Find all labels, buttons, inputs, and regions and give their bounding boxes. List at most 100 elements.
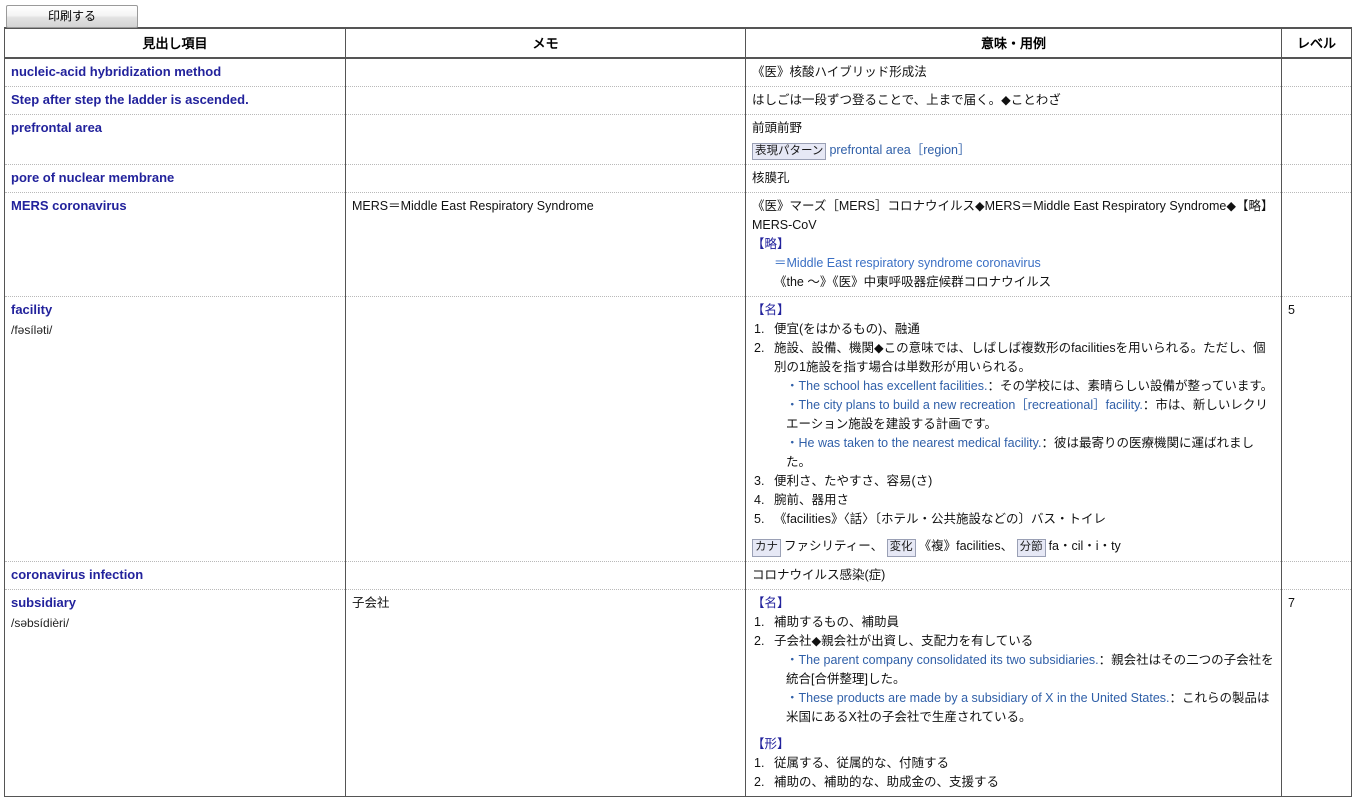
column-header-level[interactable]: レベル	[1281, 28, 1352, 59]
headword-text[interactable]: Step after step the ladder is ascended.	[11, 91, 339, 110]
definition-list: 1. 従属する、従属的な、付随する 2. 補助の、補助的な、助成金の、支援する	[752, 754, 1275, 792]
definition-item: 1. 便宜(をはかるもの)、融通	[752, 320, 1275, 339]
definition-number: 1.	[754, 755, 765, 770]
headword-text[interactable]: coronavirus infection	[11, 566, 339, 585]
cell-memo[interactable]	[345, 58, 746, 87]
cell-headword: prefrontal area	[4, 114, 346, 166]
syllable-value: fa・cil・i・ty	[1048, 539, 1121, 554]
memo-text: 子会社	[352, 595, 390, 610]
definition-number: 2.	[754, 341, 765, 356]
definition-number: 3.	[754, 474, 765, 489]
part-of-speech: 【名】	[752, 303, 790, 318]
cell-memo[interactable]: MERS＝Middle East Respiratory Syndrome	[345, 192, 746, 298]
cell-headword: pore of nuclear membrane	[4, 164, 346, 194]
table-row: nucleic-acid hybridization method 《医》核酸ハ…	[4, 58, 1352, 87]
table-row: subsidiary /səbsídièri/ 子会社 【名】 1. 補助するもの…	[4, 589, 1352, 797]
example-line: ・The school has excellent facilities.：その…	[774, 377, 1275, 396]
meaning-line: 《医》マーズ［MERS］コロナウイルス◆MERS＝Middle East Res…	[752, 199, 1274, 233]
definition-item: 1. 従属する、従属的な、付随する	[752, 754, 1275, 773]
definition-text: 補助するもの、補助員	[774, 614, 900, 629]
example-line: ・The city plans to build a new recreatio…	[774, 396, 1275, 434]
definition-text: 補助の、補助的な、助成金の、支援する	[774, 774, 1000, 789]
cell-memo[interactable]	[345, 296, 746, 562]
cell-memo[interactable]	[345, 86, 746, 115]
cell-memo[interactable]	[345, 114, 746, 166]
cell-level	[1281, 561, 1352, 590]
table-row: prefrontal area 前頭前野 表現パターン prefrontal ar…	[4, 114, 1352, 166]
definition-text: 従属する、従属的な、付随する	[774, 755, 950, 770]
cell-headword: facility /fəsíləti/	[4, 296, 346, 562]
headword-text[interactable]: MERS coronavirus	[11, 197, 339, 216]
cell-headword: coronavirus infection	[4, 561, 346, 590]
cell-memo[interactable]	[345, 164, 746, 194]
definition-number: 5.	[754, 512, 765, 527]
column-header-headword[interactable]: 見出し項目	[4, 28, 346, 59]
definition-text: 便利さ、たやすさ、容易(さ)	[774, 474, 933, 489]
example-line: ・The parent company consolidated its two…	[774, 651, 1275, 689]
table-row: Step after step the ladder is ascended. …	[4, 86, 1352, 115]
table-row: pore of nuclear membrane 核膜孔	[4, 164, 1352, 194]
table-body: nucleic-acid hybridization method 《医》核酸ハ…	[4, 58, 1352, 797]
inflection-tag: 変化	[886, 539, 916, 557]
cell-level	[1281, 192, 1352, 298]
definition-item: 3. 便利さ、たやすさ、容易(さ)	[752, 472, 1275, 491]
example-en: ・The school has excellent facilities.	[786, 379, 988, 394]
expression-pattern-row: 表現パターン prefrontal area［region］	[752, 141, 1275, 161]
headword-text[interactable]: prefrontal area	[11, 119, 339, 138]
abbreviation-label: 【略】	[752, 237, 790, 252]
example-line: ・He was taken to the nearest medical fac…	[774, 434, 1275, 472]
kana-tag: カナ	[752, 539, 781, 557]
print-button[interactable]: 印刷する	[6, 5, 138, 28]
example-ja: ：その学校には、素晴らしい設備が整っています。	[987, 379, 1274, 394]
definition-item: 2. 補助の、補助的な、助成金の、支援する	[752, 773, 1275, 792]
definition-number: 2.	[754, 774, 765, 789]
meaning-line: 《医》核酸ハイブリッド形成法	[752, 65, 927, 79]
definition-item: 1. 補助するもの、補助員	[752, 613, 1275, 632]
definition-item: 2. 施設、設備、機関◆この意味では、しばしば複数形のfacilitiesを用いら…	[752, 339, 1275, 472]
kana-value: ファシリティー、	[784, 539, 884, 554]
cell-meaning: 《医》マーズ［MERS］コロナウイルス◆MERS＝Middle East Res…	[745, 192, 1282, 298]
column-header-meaning[interactable]: 意味・用例	[745, 28, 1282, 59]
headword-text[interactable]: subsidiary	[11, 594, 339, 613]
table-row: facility /fəsíləti/ 【名】 1. 便宜(をはかるもの)、融通 …	[4, 296, 1352, 562]
memo-text: MERS＝Middle East Respiratory Syndrome	[352, 199, 594, 214]
headword-text[interactable]: pore of nuclear membrane	[11, 169, 339, 188]
meaning-line: コロナウイルス感染(症)	[752, 567, 886, 582]
definition-text: 便宜(をはかるもの)、融通	[774, 322, 920, 337]
table-row: coronavirus infection コロナウイルス感染(症)	[4, 561, 1352, 590]
definition-text: 施設、設備、機関◆この意味では、しばしば複数形のfacilitiesを用いられる…	[774, 341, 1266, 375]
headword-text[interactable]: facility	[11, 301, 339, 320]
phonetic-text: /fəsíləti/	[11, 323, 53, 338]
expression-pattern-text: prefrontal area［region］	[829, 143, 971, 157]
definition-text: 《facilities》〈話〉〔ホテル・公共施設などの〕バス・トイレ	[774, 512, 1106, 527]
table-row: MERS coronavirus MERS＝Middle East Respir…	[4, 192, 1352, 298]
cell-headword: MERS coronavirus	[4, 192, 346, 298]
table-header-row: 見出し項目 メモ 意味・用例 レベル	[4, 28, 1352, 59]
cell-level	[1281, 86, 1352, 115]
headword-text[interactable]: nucleic-acid hybridization method	[11, 63, 339, 82]
definition-list: 1. 便宜(をはかるもの)、融通 2. 施設、設備、機関◆この意味では、しばしば複数…	[752, 320, 1275, 529]
abbreviation-block: ＝Middle East respiratory syndrome corona…	[752, 254, 1275, 292]
syllable-tag: 分節	[1016, 539, 1046, 557]
cell-memo[interactable]	[345, 561, 746, 590]
phonetic-text: /səbsídièri/	[11, 615, 70, 630]
cell-meaning: 核膜孔	[745, 164, 1282, 194]
example-en: ・The parent company consolidated its two…	[786, 652, 1099, 667]
definition-item: 4. 腕前、器用さ	[752, 491, 1275, 510]
definition-number: 1.	[754, 322, 765, 337]
dictionary-table: 見出し項目 メモ 意味・用例 レベル nucleic-acid hybridiz…	[4, 27, 1352, 797]
expression-pattern-tag: 表現パターン	[752, 143, 827, 161]
column-header-memo[interactable]: メモ	[345, 28, 746, 59]
abbreviation-link[interactable]: ＝Middle East respiratory syndrome corona…	[774, 254, 1275, 273]
toolbar: 印刷する	[0, 0, 1355, 28]
example-en: ・He was taken to the nearest medical fac…	[786, 436, 1042, 451]
abbreviation-gloss: 《the ～》《医》中東呼吸器症候群コロナウイルス	[774, 275, 1052, 290]
cell-memo[interactable]: 子会社	[345, 589, 746, 797]
definition-text: 腕前、器用さ	[774, 493, 850, 508]
cell-meaning: 【名】 1. 便宜(をはかるもの)、融通 2. 施設、設備、機関◆この意味では、しば…	[745, 296, 1282, 562]
meaning-line: 前頭前野	[752, 121, 803, 135]
definition-number: 2.	[754, 633, 765, 648]
cell-level	[1281, 164, 1352, 194]
cell-level	[1281, 58, 1352, 87]
